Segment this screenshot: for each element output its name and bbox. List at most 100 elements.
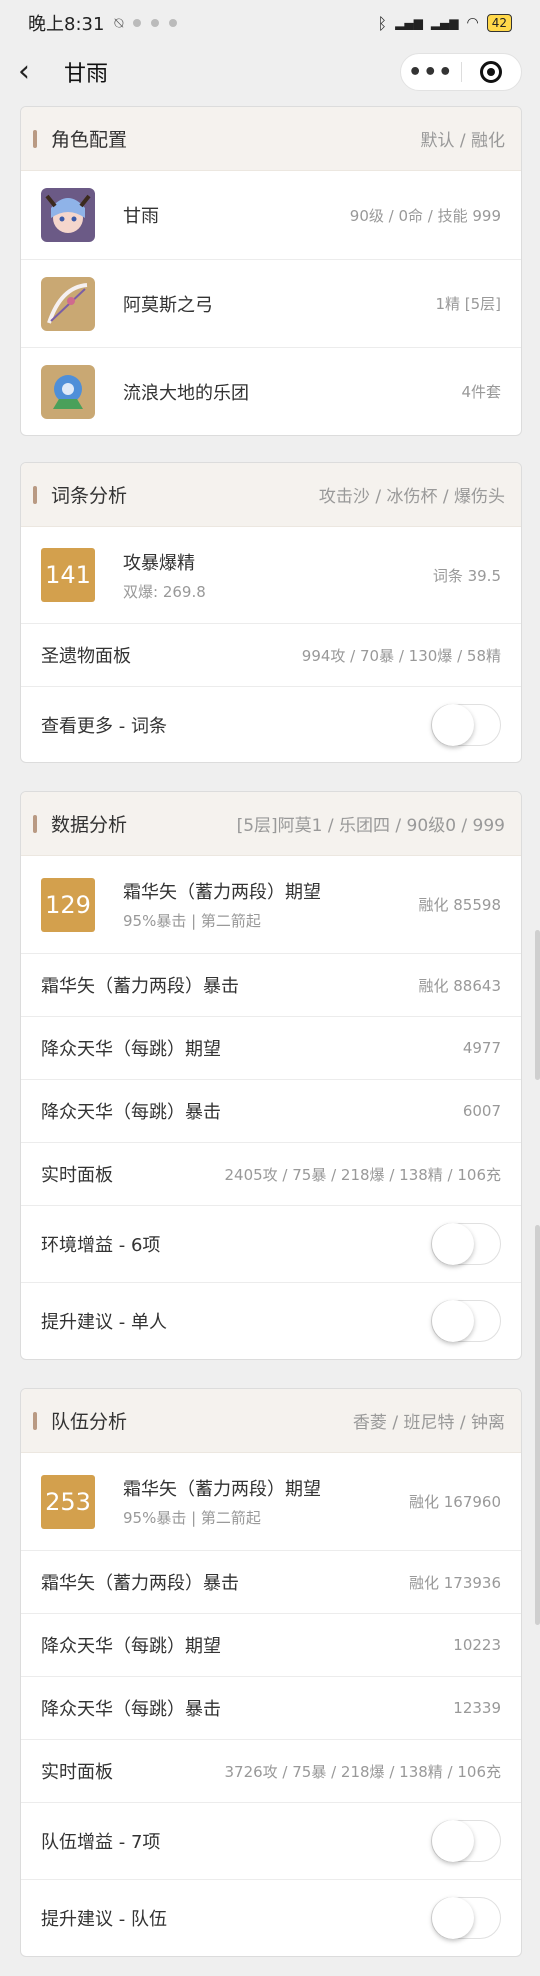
score-value: 融化 167960 [408,1493,501,1511]
score-subtitle: 95%暴击 | 第二箭起 [123,1509,261,1527]
damage-row[interactable]: 降众天华（每跳）期望 10223 [21,1613,521,1676]
wifi-icon: ◠ [466,15,479,31]
row-label: 查看更多 - 词条 [41,715,167,737]
more-stats-toggle[interactable] [431,703,501,746]
damage-row[interactable]: 降众天华（每跳）期望 4977 [21,1016,521,1079]
row-label: 降众天华（每跳）暴击 [41,1102,221,1123]
status-time: 晚上8:31 [28,14,105,35]
row-value: 4977 [462,1039,501,1057]
score-title: 霜华矢（蓄力两段）期望 [123,1479,321,1500]
weapon-detail: 1精 [5层] [435,295,501,313]
card-subtitle[interactable]: 香菱 / 班尼特 / 钟离 [353,1408,505,1433]
signal-icon: ▂▄▆ [430,16,459,30]
row-label: 霜华矢（蓄力两段）暴击 [41,1573,239,1594]
row-label: 实时面板 [41,1165,113,1186]
artifact-row[interactable]: 流浪大地的乐团 4件套 [21,347,521,435]
card-title: 角色配置 [51,129,128,151]
row-label: 提升建议 - 单人 [41,1312,167,1333]
live-panel-row[interactable]: 实时面板 2405攻 / 75暴 / 218爆 / 138精 / 106充 [21,1142,521,1205]
team-buff-toggle[interactable] [431,1820,501,1862]
artifact-name: 流浪大地的乐团 [123,382,249,404]
notification-dot-icon [169,19,178,27]
scrollbar[interactable] [535,930,540,1080]
card-subtitle[interactable]: [5层]阿莫1 / 乐团四 / 90级0 / 999 [237,811,505,836]
character-row[interactable]: 甘雨 90级 / 0命 / 技能 999 [21,171,521,259]
team-suggestion-row: 提升建议 - 队伍 [21,1879,521,1956]
character-avatar [41,188,95,242]
mini-program-capsule: ••• [400,53,522,91]
row-value: 994攻 / 70暴 / 130爆 / 58精 [301,646,501,665]
stat-analysis-card: 词条分析 攻击沙 / 冰伤杯 / 爆伤头 141 攻暴爆精 双爆: 269.8 … [20,462,522,763]
suggestion-toggle[interactable] [431,1300,501,1342]
back-arrow-icon[interactable]: ‹ [18,57,54,87]
team-analysis-card: 队伍分析 香菱 / 班尼特 / 钟离 253 霜华矢（蓄力两段）期望 95%暴击… [20,1388,522,1957]
card-subtitle[interactable]: 攻击沙 / 冰伤杯 / 爆伤头 [319,482,505,507]
team-score-row[interactable]: 253 霜华矢（蓄力两段）期望 95%暴击 | 第二箭起 融化 167960 [21,1453,521,1550]
stat-score-row[interactable]: 141 攻暴爆精 双爆: 269.8 词条 39.5 [21,527,521,623]
card-header: 队伍分析 香菱 / 班尼特 / 钟离 [21,1389,521,1453]
weapon-row[interactable]: 阿莫斯之弓 1精 [5层] [21,259,521,347]
damage-row[interactable]: 霜华矢（蓄力两段）暴击 融化 173936 [21,1550,521,1613]
card-title: 队伍分析 [51,1411,128,1433]
page-title: 甘雨 [64,62,109,87]
card-title: 词条分析 [51,485,128,507]
score-title: 攻暴爆精 [123,552,195,574]
row-label: 实时面板 [41,1762,113,1783]
row-value: 2405攻 / 75暴 / 218爆 / 138精 / 106充 [224,1165,501,1184]
damage-row[interactable]: 降众天华（每跳）暴击 6007 [21,1079,521,1142]
card-title: 数据分析 [51,814,128,836]
score-title: 霜华矢（蓄力两段）期望 [123,882,321,903]
card-header: 角色配置 默认 / 融化 [21,107,521,171]
row-label: 霜华矢（蓄力两段）暴击 [41,976,239,997]
team-buff-row: 队伍增益 - 7项 [21,1802,521,1879]
row-value: 10223 [453,1636,501,1654]
score-subtitle: 双爆: 269.8 [123,582,206,601]
score-value: 融化 85598 [418,896,502,914]
score-badge: 129 [41,877,95,932]
row-value: 融化 173936 [408,1573,501,1592]
damage-row[interactable]: 降众天华（每跳）暴击 12339 [21,1676,521,1739]
row-value: 融化 88643 [418,976,502,995]
suggestion-row: 提升建议 - 单人 [21,1282,521,1359]
card-subtitle[interactable]: 默认 / 融化 [420,126,505,151]
close-target-icon[interactable] [462,61,522,83]
score-subtitle: 95%暴击 | 第二箭起 [123,912,261,930]
row-label: 队伍增益 - 7项 [41,1832,161,1853]
live-panel-row[interactable]: 实时面板 3726攻 / 75暴 / 218爆 / 138精 / 106充 [21,1739,521,1802]
card-header: 数据分析 [5层]阿莫1 / 乐团四 / 90级0 / 999 [21,792,521,856]
row-value: 3726攻 / 75暴 / 218爆 / 138精 / 106充 [224,1762,501,1781]
row-label: 降众天华（每跳）期望 [41,1636,221,1657]
more-dots-icon[interactable]: ••• [401,60,461,85]
score-badge: 141 [41,548,95,602]
damage-score-row[interactable]: 129 霜华矢（蓄力两段）期望 95%暴击 | 第二箭起 融化 85598 [21,856,521,953]
status-bar: 晚上8:31 ⍉ ᛒ ▂▄▆ ▂▄▆ ◠ 42 [0,0,540,46]
env-buff-toggle[interactable] [431,1223,501,1265]
score-value: 词条 39.5 [432,566,501,585]
artifact-detail: 4件套 [461,383,501,401]
signal-icon: ▂▄▆ [395,16,423,30]
env-buff-row: 环境增益 - 6项 [21,1205,521,1282]
row-label: 提升建议 - 队伍 [41,1909,167,1930]
row-value: 12339 [453,1699,501,1717]
bluetooth-icon: ᛒ [377,13,388,33]
row-label: 环境增益 - 6项 [41,1235,161,1256]
more-stats-row: 查看更多 - 词条 [21,686,521,762]
weapon-icon [41,276,95,331]
row-label: 圣遗物面板 [41,646,131,667]
score-badge: 253 [41,1474,95,1529]
notification-dot-icon [151,19,160,27]
damage-row[interactable]: 霜华矢（蓄力两段）暴击 融化 88643 [21,953,521,1016]
artifact-icon [41,364,95,419]
battery-icon: 42 [486,14,512,32]
character-name: 甘雨 [123,206,159,227]
character-detail: 90级 / 0命 / 技能 999 [349,206,501,225]
row-label: 降众天华（每跳）期望 [41,1039,221,1060]
nav-bar: ‹ 甘雨 ••• [0,46,540,98]
row-value: 6007 [462,1102,501,1120]
notification-dot-icon [133,19,142,27]
scrollbar[interactable] [535,1225,540,1625]
card-header: 词条分析 攻击沙 / 冰伤杯 / 爆伤头 [21,463,521,527]
mute-icon: ⍉ [114,14,124,32]
artifact-panel-row[interactable]: 圣遗物面板 994攻 / 70暴 / 130爆 / 58精 [21,623,521,686]
team-suggestion-toggle[interactable] [431,1897,501,1939]
